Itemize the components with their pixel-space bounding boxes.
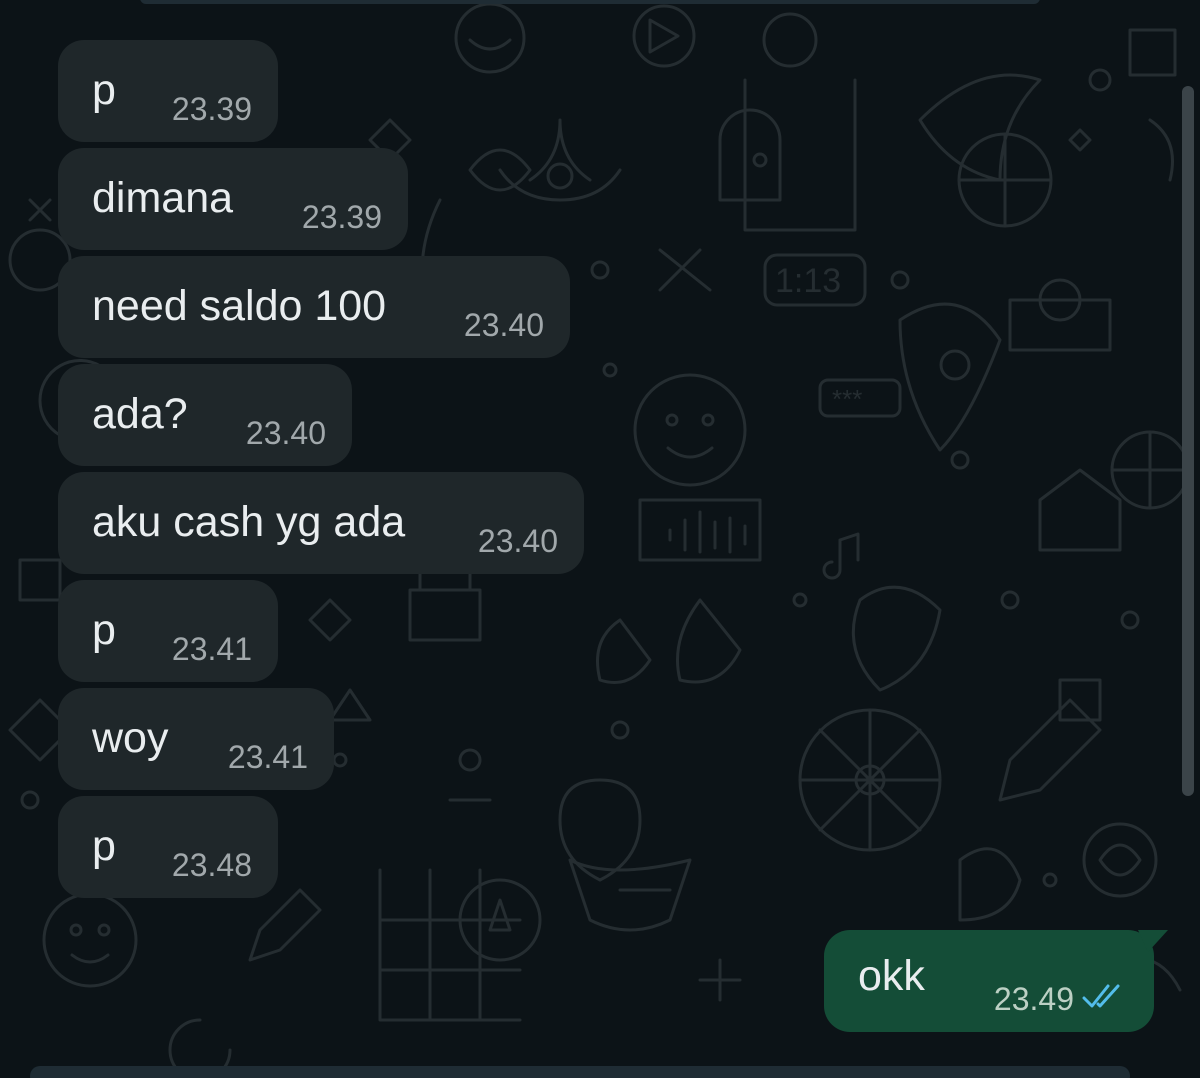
message-text: p (92, 606, 116, 654)
chat-area[interactable]: 1:13 *** p 23.39 dimana 23.39 need saldo… (0, 0, 1200, 1078)
message-text: aku cash yg ada (92, 498, 406, 546)
message-time: 23.40 (245, 415, 326, 451)
message-text: ada? (92, 390, 188, 438)
message-time: 23.40 (477, 523, 558, 559)
message-bubble-incoming[interactable]: dimana 23.39 (58, 148, 408, 250)
input-bar-edge (30, 1066, 1130, 1078)
svg-text:***: *** (832, 384, 862, 414)
message-text: okk (858, 952, 925, 1000)
message-text: p (92, 66, 116, 114)
message-bubble-incoming[interactable]: woy 23.41 (58, 688, 334, 790)
message-bubble-incoming[interactable]: ada? 23.40 (58, 364, 352, 466)
message-bubble-incoming[interactable]: aku cash yg ada 23.40 (58, 472, 584, 574)
message-time: 23.48 (171, 847, 252, 883)
message-bubble-incoming[interactable]: need saldo 100 23.40 (58, 256, 570, 358)
bubble-tail (1138, 930, 1168, 952)
message-text: need saldo 100 (92, 282, 387, 330)
message-text: dimana (92, 174, 234, 222)
top-panel-edge (140, 0, 1040, 4)
message-time: 23.39 (171, 91, 252, 127)
message-bubble-incoming[interactable]: p 23.39 (58, 40, 278, 142)
message-time: 23.39 (301, 199, 382, 235)
double-check-icon (1082, 984, 1120, 1008)
svg-text:1:13: 1:13 (775, 262, 841, 300)
message-time: 23.49 (993, 981, 1074, 1017)
message-text: p (92, 822, 116, 870)
message-bubble-outgoing[interactable]: okk 23.49 (824, 930, 1168, 1032)
message-time: 23.40 (463, 307, 544, 343)
scrollbar[interactable] (1182, 86, 1194, 796)
message-text: woy (92, 714, 169, 762)
message-bubble-incoming[interactable]: p 23.48 (58, 796, 278, 898)
message-time: 23.41 (227, 739, 308, 775)
message-time: 23.41 (171, 631, 252, 667)
message-bubble-incoming[interactable]: p 23.41 (58, 580, 278, 682)
